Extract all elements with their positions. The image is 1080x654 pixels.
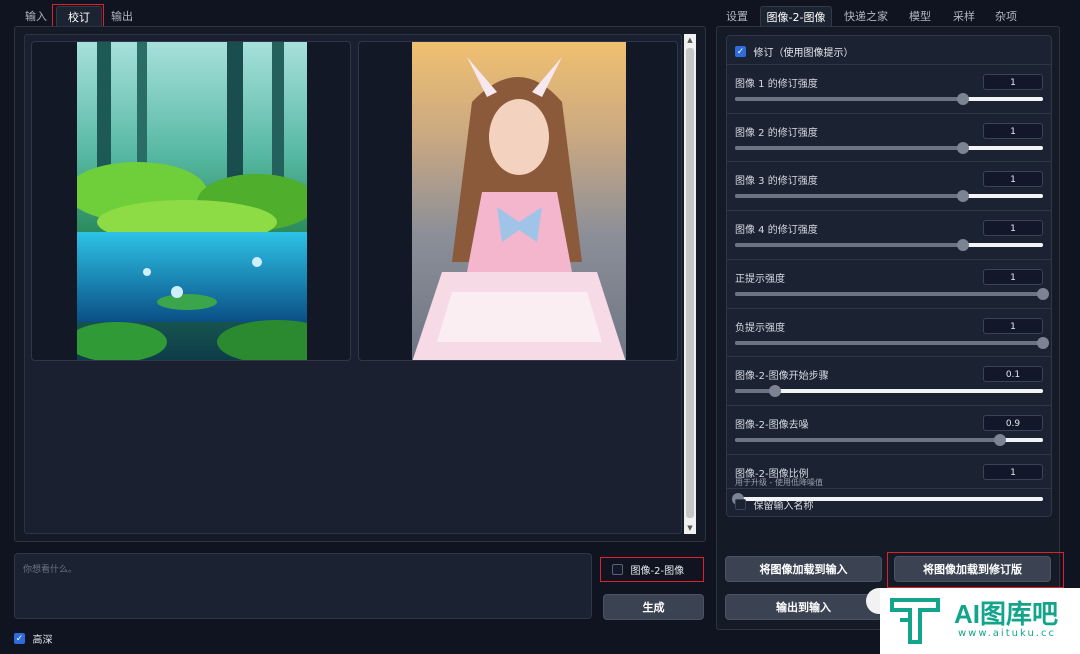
slider-sublabel: 用于升级 - 使用低降噪值	[735, 477, 823, 487]
tab-misc[interactable]: 杂项	[986, 6, 1026, 28]
revise-settings-group: ✓ 修订（使用图像提示） 图像 1 的修订强度 1 图像 2 的修订强度 1 图像 3 …	[726, 35, 1052, 517]
prompt-placeholder: 你想看什么。	[23, 565, 78, 575]
right-panel: ✓ 修订（使用图像提示） 图像 1 的修订强度 1 图像 2 的修订强度 1 图像 3 …	[716, 26, 1060, 630]
slider-label: 正提示强度	[735, 273, 785, 285]
slider-label: 图像 2 的修订强度	[735, 127, 818, 139]
slider-remaining	[962, 145, 1043, 150]
slider-track[interactable]	[735, 190, 1043, 203]
scroll-down-icon[interactable]: ▼	[685, 523, 695, 533]
slider-label: 图像-2-图像去噪	[735, 419, 809, 431]
slider-value-input[interactable]: 1	[983, 74, 1043, 90]
forest-pond-image	[77, 42, 307, 360]
tab-model[interactable]: 模型	[900, 6, 940, 28]
slider-remaining	[999, 437, 1043, 442]
slider-row: 正提示强度 1	[727, 258, 1051, 308]
slider-fill	[735, 97, 963, 101]
slider-remaining	[962, 243, 1043, 248]
checkmark-icon[interactable]: ✓	[14, 633, 25, 644]
output-to-input-button[interactable]: 输出到输入	[725, 594, 882, 620]
prompt-input[interactable]: 你想看什么。	[14, 553, 592, 619]
keep-name-row: 保留输入名称	[727, 488, 1051, 516]
gallery-image-card-2[interactable]	[358, 41, 678, 361]
slider-row: 图像 1 的修订强度 1	[727, 64, 1051, 113]
slider-fill	[735, 340, 1043, 345]
tab-input[interactable]: 输入	[20, 6, 52, 28]
revise-checkbox-label: 修订（使用图像提示）	[753, 48, 854, 59]
slider-value-input[interactable]: 1	[983, 220, 1043, 237]
slider-handle[interactable]	[956, 190, 969, 203]
slider-value-input[interactable]: 1	[983, 122, 1043, 139]
slider-handle[interactable]	[956, 93, 969, 105]
watermark-url: www.aituku.cc	[958, 628, 1056, 639]
slider-handle[interactable]	[956, 141, 969, 154]
slider-fill	[735, 194, 963, 199]
slider-value-input[interactable]: 1	[983, 463, 1043, 480]
slider-row: 图像-2-图像开始步骤 0.1	[727, 356, 1051, 405]
slider-handle[interactable]	[956, 239, 969, 252]
slider-value-input[interactable]: 1	[983, 317, 1043, 334]
slider-label: 负提示强度	[735, 322, 785, 334]
watermark: AI图库吧 www.aituku.cc	[866, 586, 1080, 654]
aituku-logo-icon	[890, 598, 940, 644]
slider-handle[interactable]	[769, 385, 782, 398]
slider-track[interactable]	[735, 93, 1043, 105]
revise-checkbox[interactable]: ✓ 修订（使用图像提示）	[735, 44, 854, 59]
image-gallery	[24, 34, 682, 534]
load-to-input-button[interactable]: 将图像加载到输入	[725, 556, 882, 582]
checkmark-icon[interactable]: ✓	[735, 46, 746, 57]
watermark-brand: AI图库吧	[954, 599, 1059, 629]
gallery-scrollbar[interactable]: ▲ ▼	[684, 34, 696, 534]
slider-track[interactable]	[735, 141, 1043, 154]
slider-label: 图像 3 的修订强度	[735, 176, 818, 188]
slider-fill	[735, 145, 963, 150]
generate-button[interactable]: 生成	[603, 594, 704, 620]
tab-output[interactable]: 输出	[106, 6, 138, 28]
slider-value-input[interactable]: 0.1	[983, 366, 1043, 383]
slider-fill	[735, 243, 963, 248]
slider-handle[interactable]	[1037, 336, 1049, 349]
slider-handle[interactable]	[1037, 287, 1049, 300]
checkbox-unchecked-icon[interactable]	[735, 499, 746, 510]
gallery-image-card-1[interactable]	[31, 41, 351, 361]
slider-track[interactable]	[735, 433, 1043, 446]
slider-track[interactable]	[735, 239, 1043, 252]
deep-checkbox[interactable]: ✓ 高深	[14, 631, 53, 646]
slider-row: 图像-2-图像去噪 0.9	[727, 404, 1051, 454]
slider-row: 图像 3 的修订强度 1	[727, 161, 1051, 210]
slider-handle[interactable]	[993, 433, 1006, 446]
scroll-up-icon[interactable]: ▲	[685, 35, 695, 45]
tab-express[interactable]: 快递之家	[836, 6, 896, 28]
scroll-thumb[interactable]	[686, 48, 694, 518]
slider-label: 图像-2-图像开始步骤	[735, 371, 829, 383]
slider-value-input[interactable]: 1	[983, 268, 1043, 285]
keep-name-checkbox[interactable]: 保留输入名称	[735, 497, 814, 512]
deep-label: 高深	[32, 635, 53, 646]
slider-row: 图像 2 的修订强度 1	[727, 112, 1051, 162]
slider-label: 图像 4 的修订强度	[735, 225, 818, 237]
keep-name-label: 保留输入名称	[753, 501, 814, 512]
slider-value-input[interactable]: 0.9	[983, 414, 1043, 431]
slider-row: 负提示强度 1	[727, 307, 1051, 357]
img2img-highlight	[600, 557, 704, 582]
portrait-image	[412, 42, 626, 360]
tab-sampling[interactable]: 采样	[944, 6, 984, 28]
slider-fill	[735, 291, 1043, 296]
slider-row: 图像 4 的修订强度 1	[727, 210, 1051, 259]
slider-remaining	[962, 194, 1043, 199]
slider-track[interactable]	[735, 385, 1043, 398]
slider-fill	[735, 437, 1000, 442]
slider-remaining	[962, 97, 1043, 101]
slider-track[interactable]	[735, 336, 1049, 349]
slider-remaining	[775, 389, 1043, 394]
tab-settings[interactable]: 设置	[718, 6, 756, 28]
slider-label: 图像 1 的修订强度	[735, 79, 818, 90]
slider-track[interactable]	[735, 287, 1049, 300]
slider-value-input[interactable]: 1	[983, 171, 1043, 188]
load-to-revise-highlight	[887, 552, 1064, 588]
